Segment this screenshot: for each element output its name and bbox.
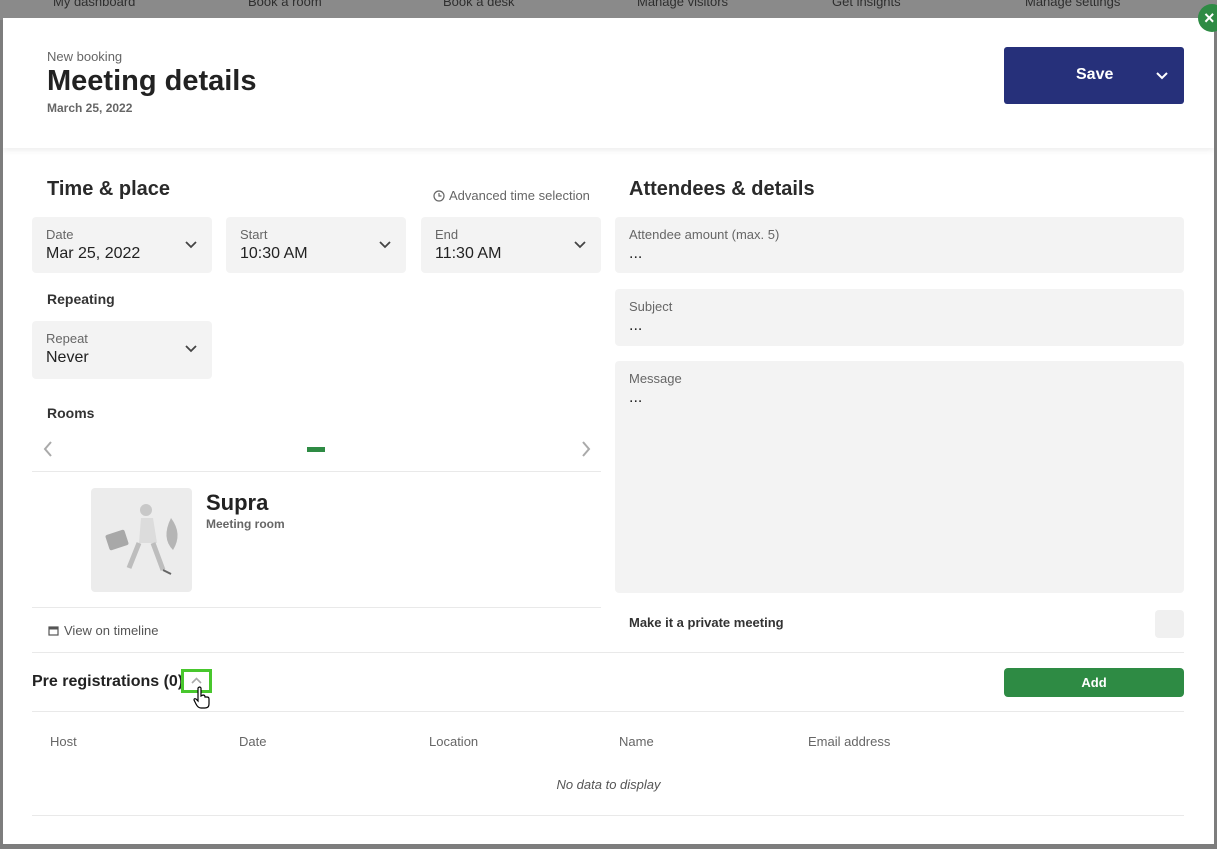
message-value: ...: [629, 389, 643, 406]
bg-nav-item: Get insights: [832, 0, 901, 9]
repeat-value: Never: [46, 349, 89, 366]
repeat-label: Repeat: [46, 331, 88, 346]
message-field[interactable]: Message ...: [615, 361, 1184, 593]
divider: [32, 815, 1184, 816]
header-date: March 25, 2022: [47, 101, 133, 115]
subject-field[interactable]: Subject ...: [615, 289, 1184, 346]
divider: [32, 711, 1184, 712]
empty-table-message: No data to display: [556, 777, 661, 792]
end-time-select[interactable]: End 11:30 AM: [421, 217, 601, 273]
save-button[interactable]: Save: [1004, 47, 1184, 104]
chevron-down-icon: [574, 241, 586, 249]
subject-label: Subject: [629, 299, 673, 314]
attendees-title: Attendees & details: [629, 178, 815, 200]
room-image: [91, 488, 192, 592]
room-name[interactable]: Supra: [206, 490, 268, 516]
view-timeline-label: View on timeline: [64, 623, 159, 638]
start-label: Start: [240, 227, 268, 242]
rooms-label: Rooms: [47, 405, 95, 421]
bg-nav-item: Manage visitors: [637, 0, 729, 9]
page-title: Meeting details: [47, 65, 257, 97]
column-header-location[interactable]: Location: [429, 734, 478, 749]
save-button-label: Save: [1076, 66, 1114, 83]
message-label: Message: [629, 371, 682, 386]
clock-icon: [433, 189, 445, 202]
attendee-amount-label: Attendee amount (max. 5): [629, 227, 780, 242]
column-header-date[interactable]: Date: [239, 734, 266, 749]
divider: [32, 471, 601, 472]
view-timeline-link[interactable]: View on timeline: [48, 623, 158, 638]
private-meeting-label: Make it a private meeting: [629, 615, 784, 630]
column-header-host[interactable]: Host: [50, 734, 77, 749]
private-meeting-checkbox[interactable]: [1155, 610, 1184, 638]
repeating-label: Repeating: [47, 291, 115, 307]
date-select[interactable]: Date Mar 25, 2022: [32, 217, 212, 273]
subject-value: ...: [629, 317, 643, 334]
repeat-select[interactable]: Repeat Never: [32, 321, 212, 379]
divider: [32, 607, 601, 608]
advanced-time-link[interactable]: Advanced time selection: [433, 188, 590, 203]
room-illustration: [105, 504, 178, 575]
time-place-title: Time & place: [47, 178, 171, 200]
bg-nav-item: My dashboard: [53, 0, 136, 9]
divider: [32, 652, 1184, 653]
chevron-down-icon: [379, 241, 391, 249]
background-nav: My dashboard Book a room Book a desk Man…: [0, 0, 1217, 20]
date-value: Mar 25, 2022: [46, 245, 141, 262]
chevron-left-icon[interactable]: [41, 440, 55, 458]
column-header-email[interactable]: Email address: [808, 734, 890, 749]
column-header-name[interactable]: Name: [619, 734, 654, 749]
chevron-down-icon: [185, 345, 197, 353]
booking-modal: New booking Meeting details March 25, 20…: [3, 18, 1214, 844]
bg-nav-item: Manage settings: [1025, 0, 1121, 9]
end-value: 11:30 AM: [435, 245, 502, 262]
end-label: End: [435, 227, 459, 242]
attendee-amount-field[interactable]: Attendee amount (max. 5) ...: [615, 217, 1184, 273]
header-kicker: New booking: [47, 49, 123, 64]
chevron-down-icon[interactable]: [1154, 67, 1170, 83]
start-time-select[interactable]: Start 10:30 AM: [226, 217, 406, 273]
bg-nav-item: Book a desk: [443, 0, 515, 9]
date-label: Date: [46, 227, 74, 242]
calendar-icon: [48, 626, 59, 636]
attendee-amount-value: ...: [629, 245, 643, 262]
chevron-right-icon[interactable]: [579, 440, 593, 458]
carousel-indicator[interactable]: [307, 447, 325, 452]
modal-header: New booking Meeting details March 25, 20…: [3, 18, 1214, 148]
chevron-down-icon: [185, 241, 197, 249]
hand-cursor-icon: [193, 686, 210, 709]
add-button[interactable]: Add: [1004, 668, 1184, 697]
room-type: Meeting room: [206, 517, 285, 531]
bg-nav-item: Book a room: [248, 0, 322, 9]
pre-registrations-title: Pre registrations (0): [32, 673, 184, 690]
advanced-time-label: Advanced time selection: [449, 188, 590, 203]
start-value: 10:30 AM: [240, 245, 308, 262]
